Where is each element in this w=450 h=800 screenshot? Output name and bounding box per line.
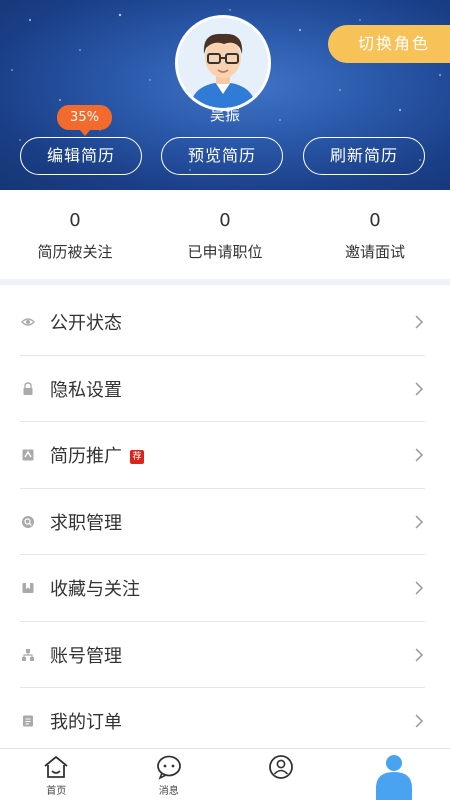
chevron-right-icon — [415, 647, 424, 662]
nav-home[interactable]: 首页 — [0, 749, 113, 800]
chevron-right-icon — [415, 315, 424, 329]
menu-label: 收藏与关注 — [50, 579, 140, 600]
eye-icon — [21, 318, 35, 326]
profile-page: 切换角色 吴振 35% 编辑简历 预览简历 刷新简历 0 简历被关注 0 已申请… — [0, 0, 450, 800]
lock-icon — [23, 381, 33, 395]
chevron-right-icon — [415, 448, 424, 462]
bookmark-icon — [22, 583, 34, 593]
chevron-right-icon — [415, 381, 424, 396]
order-icon — [23, 715, 33, 727]
menu-item-public-status[interactable]: 公开状态 — [0, 289, 450, 356]
resume-progress-badge: 35% — [57, 105, 112, 136]
stat-label: 简历被关注 — [37, 243, 113, 261]
switch-role-button[interactable]: 切换角色 — [327, 25, 450, 63]
menu-label: 公开状态 — [50, 313, 122, 334]
preview-resume-button[interactable]: 预览简历 — [161, 137, 283, 175]
profile-header: 切换角色 吴振 35% 编辑简历 预览简历 刷新简历 — [0, 0, 450, 190]
menu-label: 隐私设置 — [50, 379, 122, 401]
chevron-right-icon — [415, 581, 424, 595]
user-circle-icon — [269, 755, 294, 779]
menu-label: 求职管理 — [50, 512, 122, 534]
avatar-illustration — [178, 18, 268, 108]
profile-icon — [375, 755, 412, 800]
menu-item-privacy-settings[interactable]: 隐私设置 — [0, 356, 450, 423]
bottom-navigation: 首页 消息 — [0, 748, 450, 800]
stat-label: 邀请面试 — [344, 243, 405, 261]
settings-menu: 公开状态 隐私设置 简历推广荐 求职管理 收藏与关注 账号管理 我的订单 — [0, 289, 450, 755]
account-tree-icon — [22, 648, 34, 661]
stat-value: 0 — [369, 210, 381, 231]
nav-contacts[interactable] — [225, 749, 338, 800]
nav-profile[interactable] — [338, 749, 450, 800]
recommend-tag: 荐 — [130, 450, 144, 464]
stat-value: 0 — [219, 210, 231, 231]
menu-label: 我的订单 — [50, 712, 122, 733]
stat-applied-jobs[interactable]: 0 已申请职位 — [150, 190, 300, 279]
nav-messages[interactable]: 消息 — [113, 749, 226, 800]
message-icon — [156, 755, 181, 780]
refresh-resume-button[interactable]: 刷新简历 — [303, 137, 425, 175]
stat-value: 0 — [69, 210, 81, 231]
promote-icon — [22, 449, 34, 461]
chevron-right-icon — [415, 514, 424, 529]
menu-item-my-orders[interactable]: 我的订单 — [0, 688, 450, 755]
stat-resume-followed[interactable]: 0 简历被关注 — [0, 190, 150, 279]
stats-bar: 0 简历被关注 0 已申请职位 0 邀请面试 — [0, 190, 450, 285]
stat-interview-invites[interactable]: 0 邀请面试 — [300, 190, 450, 279]
menu-label-text: 简历推广 — [50, 446, 122, 467]
nav-label: 首页 — [46, 786, 67, 797]
menu-label: 简历推广荐 — [50, 442, 144, 468]
menu-item-job-search-management[interactable]: 求职管理 — [0, 489, 450, 556]
menu-label: 账号管理 — [50, 645, 122, 667]
avatar[interactable] — [175, 15, 271, 111]
menu-item-favorites-follows[interactable]: 收藏与关注 — [0, 555, 450, 622]
menu-item-resume-promotion[interactable]: 简历推广荐 — [0, 422, 450, 489]
edit-resume-button[interactable]: 编辑简历 — [20, 137, 142, 175]
stat-label: 已申请职位 — [187, 243, 263, 261]
chevron-right-icon — [415, 714, 424, 728]
nav-label: 消息 — [158, 786, 179, 797]
job-search-icon — [22, 515, 34, 528]
home-icon — [44, 756, 68, 778]
menu-item-account-management[interactable]: 账号管理 — [0, 622, 450, 689]
